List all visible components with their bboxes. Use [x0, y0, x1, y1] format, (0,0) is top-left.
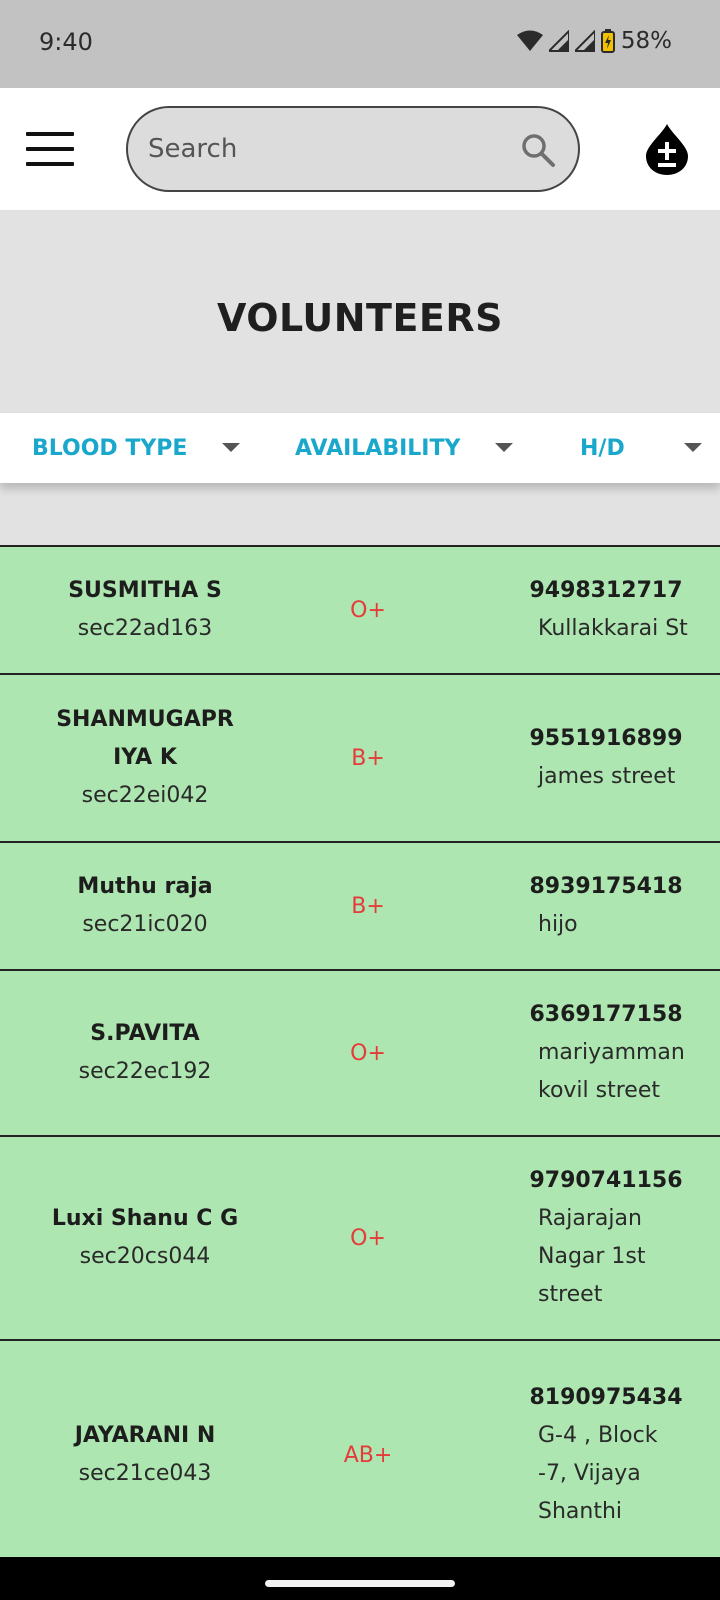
volunteer-name-cell: S.PAVITA sec22ec192: [40, 971, 250, 1135]
search-input[interactable]: [148, 124, 498, 174]
volunteer-name: JAYARANI N: [74, 1423, 216, 1448]
volunteer-roll-number: sec22ei042: [81, 783, 209, 808]
status-icons: 58%: [516, 28, 672, 54]
volunteer-row[interactable]: JAYARANI N sec21ce043 AB+ 8190975434 G-4 , B…: [0, 1341, 720, 1557]
navigation-bar: [0, 1557, 720, 1600]
volunteer-address: james street: [538, 764, 676, 789]
status-bar: 9:40 58%: [0, 0, 720, 88]
filter-label: H/D: [580, 435, 625, 461]
volunteer-blood-type: O+: [350, 597, 386, 623]
signal-icon: [548, 30, 569, 52]
filter-label: BLOOD TYPE: [32, 435, 188, 461]
volunteer-contact-cell: 9551916899 james street: [520, 675, 720, 841]
volunteer-blood-type: B+: [351, 745, 385, 771]
volunteer-name-cell: SHANMUGAPR IYA K sec22ei042: [40, 675, 250, 841]
volunteer-roll-number: sec22ec192: [78, 1059, 212, 1084]
home-gesture-handle[interactable]: [265, 1580, 455, 1587]
volunteer-blood-type: AB+: [343, 1442, 393, 1468]
signal-icon: [574, 30, 595, 52]
volunteer-address: G-4 , Block: [538, 1423, 658, 1448]
volunteer-contact-cell: 8190975434 G-4 , Block -7, Vijaya Shanthi: [520, 1341, 720, 1557]
volunteer-contact-cell: 6369177158 mariyamman kovil street: [520, 971, 720, 1135]
volunteer-name-cell: Luxi Shanu C G sec20cs044: [40, 1137, 250, 1339]
volunteer-phone[interactable]: 8190975434: [526, 1379, 686, 1417]
volunteer-blood-type: O+: [350, 1225, 386, 1251]
volunteer-phone[interactable]: 9790741156: [526, 1162, 686, 1200]
volunteer-roll-number: sec20cs044: [79, 1244, 211, 1269]
volunteer-phone[interactable]: 8939175418: [526, 868, 686, 906]
battery-charging-icon: [600, 29, 615, 53]
volunteer-roll-number: sec21ce043: [78, 1461, 212, 1486]
volunteer-row[interactable]: SHANMUGAPR IYA K sec22ei042 B+ 9551916899 jam…: [0, 675, 720, 843]
volunteer-address: -7, Vijaya: [538, 1461, 641, 1486]
blood-drop-plus-minus-icon[interactable]: [644, 122, 690, 176]
battery-percent: 58%: [620, 28, 672, 54]
volunteer-blood-type: B+: [351, 893, 385, 919]
volunteer-row[interactable]: Luxi Shanu C G sec20cs044 O+ 9790741156 Raja…: [0, 1137, 720, 1341]
volunteer-name-cell: Muthu raja sec21ic020: [40, 843, 250, 969]
volunteer-name: SHANMUGAPR: [56, 707, 234, 732]
volunteer-roll-number: sec21ic020: [82, 912, 208, 937]
volunteer-phone[interactable]: 9551916899: [526, 720, 686, 758]
filter-hd[interactable]: H/D: [580, 413, 710, 483]
page-title: VOLUNTEERS: [216, 296, 504, 340]
volunteer-address: hijo: [538, 912, 578, 937]
menu-icon[interactable]: [26, 132, 74, 166]
spacer: [0, 483, 720, 546]
volunteer-contact-cell: 9790741156 Rajarajan Nagar 1st street: [520, 1137, 720, 1339]
volunteer-list[interactable]: SUSMITHA S sec22ad163 O+ 9498312717 Kullakka…: [0, 545, 720, 1557]
volunteer-name: Muthu raja: [77, 874, 213, 899]
volunteer-contact-cell: 8939175418 hijo: [520, 843, 720, 969]
volunteer-roll-number: sec22ad163: [77, 616, 213, 641]
volunteer-phone[interactable]: 9498312717: [526, 572, 686, 610]
volunteer-address: mariyamman: [538, 1040, 685, 1065]
volunteer-address: kovil street: [538, 1078, 660, 1103]
filter-bar: BLOOD TYPE AVAILABILITY H/D: [0, 413, 720, 483]
chevron-down-icon: [684, 443, 702, 452]
volunteer-blood-type: O+: [350, 1040, 386, 1066]
volunteer-address: Kullakkarai St: [538, 616, 688, 641]
volunteer-name: SUSMITHA S: [68, 578, 222, 603]
filter-label: AVAILABILITY: [295, 435, 461, 461]
filter-blood-type[interactable]: BLOOD TYPE: [32, 413, 247, 483]
wifi-icon: [516, 30, 543, 51]
app-bar: [0, 88, 720, 210]
status-time: 9:40: [39, 28, 93, 56]
chevron-down-icon: [222, 443, 240, 452]
volunteer-name-cell: JAYARANI N sec21ce043: [40, 1341, 250, 1557]
volunteer-address: street: [538, 1282, 603, 1307]
volunteer-row[interactable]: Muthu raja sec21ic020 B+ 8939175418 hijo: [0, 843, 720, 971]
volunteer-row[interactable]: SUSMITHA S sec22ad163 O+ 9498312717 Kullakka…: [0, 547, 720, 675]
filter-availability[interactable]: AVAILABILITY: [295, 413, 520, 483]
volunteer-contact-cell: 9498312717 Kullakkarai St: [520, 547, 720, 673]
volunteer-address: Rajarajan: [538, 1206, 642, 1231]
volunteer-row[interactable]: S.PAVITA sec22ec192 O+ 6369177158 mariyamman…: [0, 971, 720, 1137]
volunteer-address: Shanthi: [538, 1499, 623, 1524]
volunteer-name-cell: SUSMITHA S sec22ad163: [40, 547, 250, 673]
title-section: VOLUNTEERS: [0, 210, 720, 413]
search-icon[interactable]: [520, 132, 556, 168]
volunteer-name: IYA K: [113, 745, 177, 770]
volunteer-name: Luxi Shanu C G: [51, 1206, 239, 1231]
volunteer-name: S.PAVITA: [90, 1021, 200, 1046]
volunteer-address: Nagar 1st: [538, 1244, 646, 1269]
search-box[interactable]: [126, 106, 580, 192]
chevron-down-icon: [495, 443, 513, 452]
volunteer-phone[interactable]: 6369177158: [526, 996, 686, 1034]
